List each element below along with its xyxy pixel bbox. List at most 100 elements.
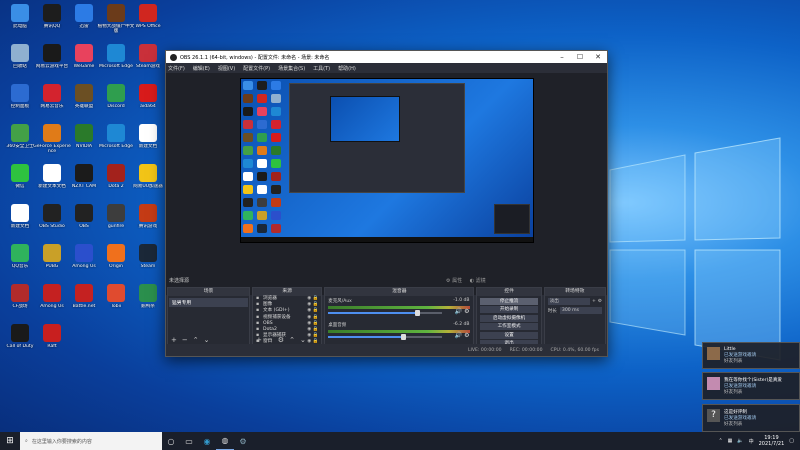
transition-gear-icon[interactable]: ⚙ xyxy=(598,299,602,304)
volume-slider-knob[interactable] xyxy=(414,310,420,316)
close-icon[interactable]: ✕ xyxy=(589,53,607,61)
search-box[interactable]: ⌕ 在这里输入你要搜索的内容 xyxy=(20,432,162,450)
add-icon[interactable]: + xyxy=(171,336,177,344)
clock[interactable]: 19:19 2021/7/21 xyxy=(759,435,785,447)
scene-item[interactable]: 猛男专用 xyxy=(169,298,249,307)
minimize-icon[interactable]: – xyxy=(553,53,571,61)
mixer-gear-icon[interactable]: ⚙ xyxy=(464,308,469,315)
desktop-icon[interactable]: 腾讯游戏 xyxy=(128,202,168,242)
source-settings-icon[interactable]: ⚙ xyxy=(278,336,284,344)
scenes-dock: 场景 猛男专用 + − ⌃ ⌄ xyxy=(167,287,251,345)
transition-type-select[interactable]: 淡出 xyxy=(547,298,590,305)
steam-taskbar-icon[interactable]: ⚙ xyxy=(234,432,252,450)
volume-icon[interactable]: 🔈 xyxy=(737,438,743,444)
preview-mini-icon xyxy=(271,172,281,181)
network-icon[interactable]: ▦ xyxy=(728,438,733,444)
settings-button[interactable]: 设置 xyxy=(480,331,538,339)
notification-center-icon[interactable]: ▢ xyxy=(789,438,794,444)
sources-dock-title: 来源 xyxy=(253,288,322,296)
mixer-channel-name: 麦克风/Aux xyxy=(328,299,352,304)
remove-source-icon[interactable]: − xyxy=(267,336,273,344)
stop-streaming-button[interactable]: 停止推流 xyxy=(480,297,538,305)
ime-indicator[interactable]: 中 xyxy=(749,438,754,445)
app-icon xyxy=(43,124,61,142)
preview-mini-icon xyxy=(243,211,253,220)
volume-meter xyxy=(328,330,471,333)
preview-mini-icon xyxy=(271,120,281,129)
desktop-icon[interactable]: aida64 xyxy=(128,82,168,122)
notification-toast[interactable]: ? 这是好评制 已发送游戏邀请 好友列表 xyxy=(702,404,800,432)
preview-desktop-icons xyxy=(243,81,285,233)
remove-icon[interactable]: − xyxy=(182,336,188,344)
desktop-icon[interactable]: Steam xyxy=(128,242,168,282)
desktop-icon[interactable]: WPS Office xyxy=(128,2,168,42)
app-icon xyxy=(11,44,29,62)
obs-titlebar[interactable]: OBS 26.1.1 (64-bit, windows) - 配置文件: 未命名… xyxy=(166,51,607,63)
task-view-icon[interactable]: ○ xyxy=(162,432,180,450)
start-virtual-camera-button[interactable]: 启动虚拟摄像机 xyxy=(480,314,538,322)
start-recording-button[interactable]: 开始录制 xyxy=(480,306,538,313)
transition-duration-row: 时长 300 ms xyxy=(548,307,602,314)
taskbar: ⊞ ⌕ 在这里输入你要搜索的内容 ○ ▭ ◉ ◍ ⚙ ⌃ ▦ 🔈 中 19:19… xyxy=(0,432,800,450)
windows-wallpaper-logo xyxy=(609,137,781,361)
desktop-icon-label: 网易UU加速器 xyxy=(133,184,163,189)
edge-icon[interactable]: ◉ xyxy=(198,432,216,450)
mixer-gear-icon[interactable]: ⚙ xyxy=(464,332,469,339)
volume-slider-knob[interactable] xyxy=(401,334,407,340)
source-label: 视频捕获设备 xyxy=(263,314,291,320)
filters-button[interactable]: 滤镜 xyxy=(476,278,486,284)
desktop-icon[interactable]: Raft xyxy=(32,322,72,362)
studio-mode-button[interactable]: 工作室模式 xyxy=(480,323,538,330)
desktop-icon[interactable]: 鹅鸭杀 xyxy=(128,282,168,322)
desktop-icon-label: Steam游戏 xyxy=(135,64,161,69)
notification-toast[interactable]: Little 已发送游戏邀请 好友列表 xyxy=(702,342,800,369)
notification-toast[interactable]: 我在等你找个(Sister)是真爱 已发送游戏邀请 好友列表 xyxy=(702,372,800,400)
properties-icon[interactable]: ⚙ xyxy=(446,278,450,284)
preview-mini-icon xyxy=(257,224,267,233)
menu-scene-collection[interactable]: 场景集合(S) xyxy=(278,65,305,72)
desktop-icon[interactable]: 新建文档 xyxy=(128,122,168,162)
menu-profile[interactable]: 配置文件(P) xyxy=(243,65,270,72)
app-icon xyxy=(11,164,29,182)
menu-tools[interactable]: 工具(T) xyxy=(313,65,330,72)
down-icon[interactable]: ⌄ xyxy=(204,336,210,344)
menu-file[interactable]: 文件(F) xyxy=(168,65,185,72)
start-button[interactable]: ⊞ xyxy=(0,432,20,450)
file-explorer-icon[interactable]: ▭ xyxy=(180,432,198,450)
source-down-icon[interactable]: ⌄ xyxy=(300,336,306,344)
filters-icon[interactable]: ◐ xyxy=(470,278,474,284)
app-icon xyxy=(107,124,125,142)
speaker-icon[interactable]: 🔊 xyxy=(455,332,462,339)
sources-dock: 来源 ▪ 浏览器 ◉ 🔒 ▪ 图像 ◉ 🔒 ▪ 文本 (GDI+) ◉ 🔒 ▪ 视频捕获设备 ◉ 🔒 ▪ OBS ◉… xyxy=(252,287,323,345)
menu-help[interactable]: 帮助(H) xyxy=(338,65,356,72)
app-icon xyxy=(139,4,157,22)
preview-area xyxy=(166,73,607,295)
app-icon xyxy=(11,124,29,142)
add-transition-icon[interactable]: + xyxy=(592,299,596,304)
tray-chevron-icon[interactable]: ⌃ xyxy=(718,438,722,444)
app-icon xyxy=(11,204,29,222)
scenes-dock-title: 场景 xyxy=(168,288,250,296)
source-up-icon[interactable]: ⌃ xyxy=(289,336,295,344)
volume-slider[interactable] xyxy=(328,310,442,316)
desktop-icon[interactable]: 网易UU加速器 xyxy=(128,162,168,202)
preview-mini-icon xyxy=(243,120,253,129)
app-icon xyxy=(107,284,125,302)
obs-window[interactable]: OBS 26.1.1 (64-bit, windows) - 配置文件: 未命名… xyxy=(165,50,608,357)
menu-edit[interactable]: 编辑(E) xyxy=(193,65,210,72)
duration-input[interactable]: 300 ms xyxy=(559,307,602,314)
speaker-icon[interactable]: 🔊 xyxy=(455,308,462,315)
desktop-icon[interactable]: Steam游戏 xyxy=(128,42,168,82)
rec-status: REC: 00:00:00 xyxy=(509,347,543,353)
properties-button[interactable]: 属性 xyxy=(452,278,462,284)
preview-mini-icon xyxy=(271,224,281,233)
app-icon xyxy=(75,244,93,262)
obs-taskbar-icon[interactable]: ◍ xyxy=(216,432,234,450)
menu-view[interactable]: 视图(V) xyxy=(218,65,235,72)
maximize-icon[interactable]: ☐ xyxy=(571,53,589,61)
volume-slider[interactable] xyxy=(328,334,442,340)
mixer-dock-title: 混音器 xyxy=(325,288,474,296)
add-source-icon[interactable]: + xyxy=(256,336,262,344)
preview-canvas[interactable] xyxy=(240,78,534,243)
up-icon[interactable]: ⌃ xyxy=(193,336,199,344)
